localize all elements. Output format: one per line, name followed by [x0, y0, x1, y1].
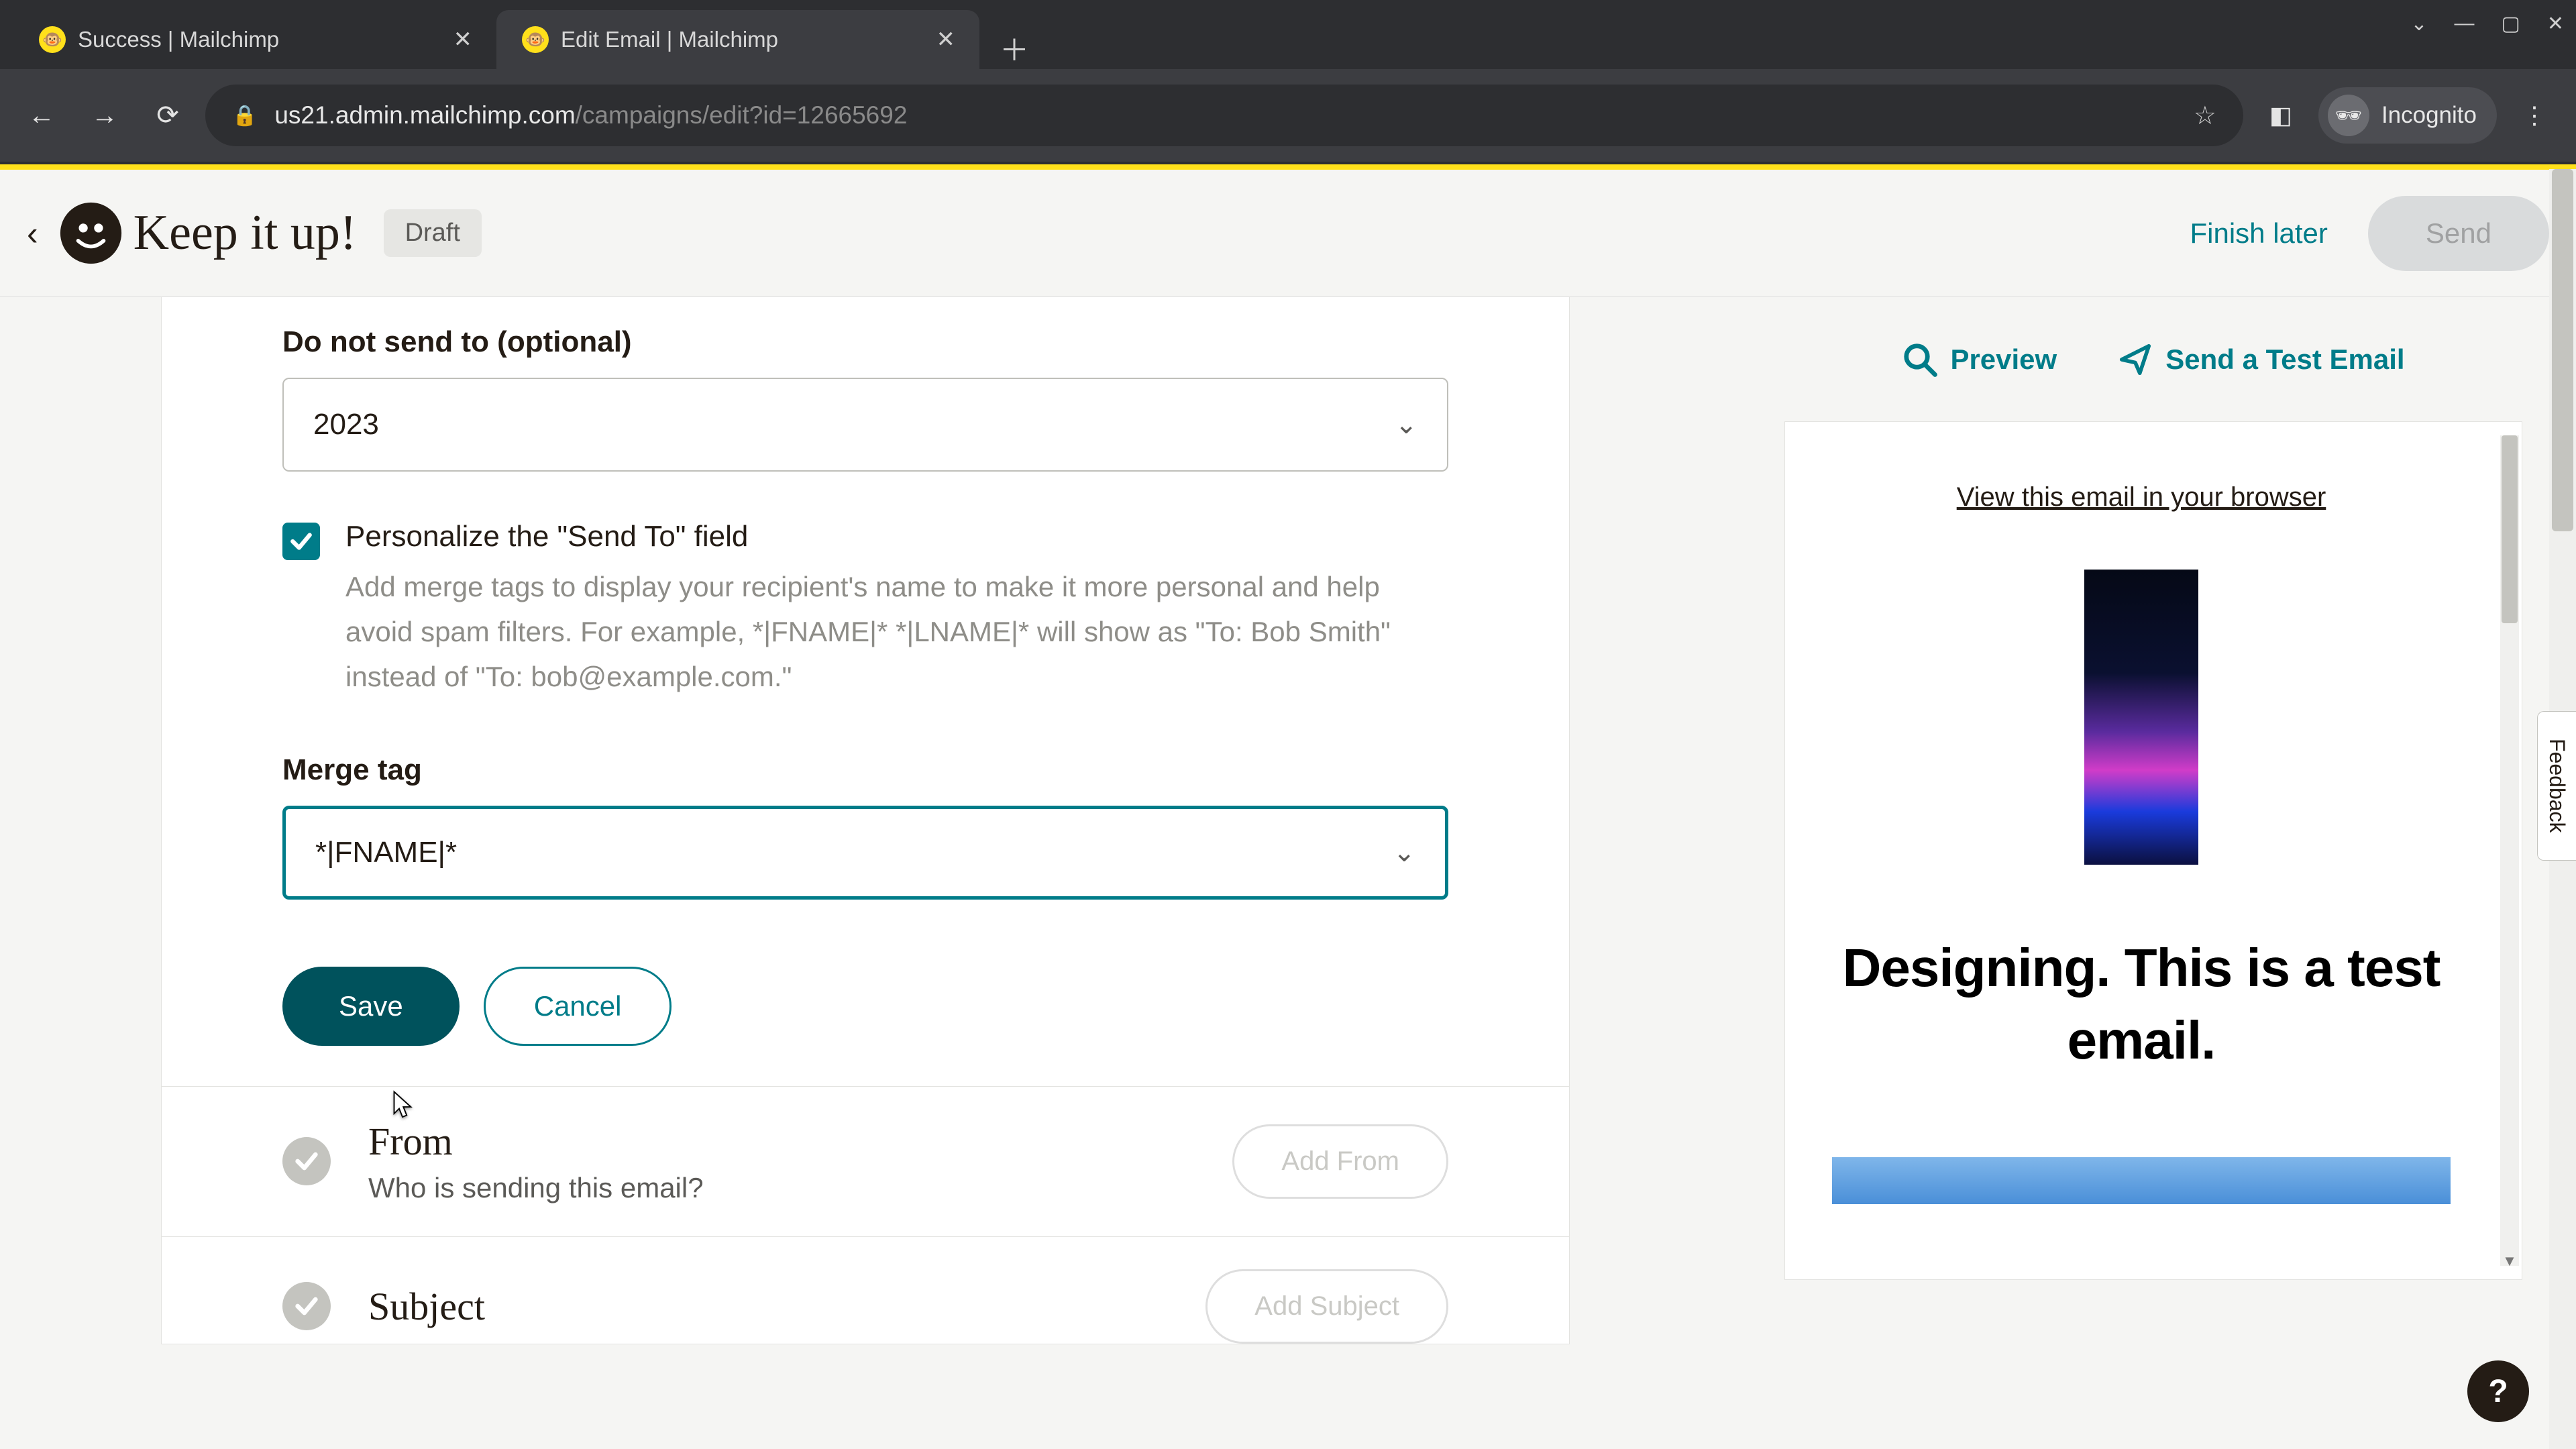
window-close-button[interactable]: ✕: [2547, 12, 2564, 36]
preview-column: Preview Send a Test Email View this emai…: [1731, 297, 2576, 1449]
incognito-indicator[interactable]: 🕶 Incognito: [2318, 87, 2497, 144]
lock-icon: 🔒: [232, 104, 257, 127]
send-button[interactable]: Send: [2368, 196, 2549, 271]
preview-heading: Designing. This is a test email.: [1832, 932, 2451, 1077]
campaign-title[interactable]: Keep it up!: [133, 205, 357, 262]
status-incomplete-icon: [282, 1137, 331, 1185]
preview-label: Preview: [1950, 343, 2057, 376]
save-button[interactable]: Save: [282, 967, 460, 1046]
subject-section: Subject Add Subject: [161, 1237, 1570, 1344]
email-preview-frame: View this email in your browser Designin…: [1784, 421, 2522, 1280]
from-heading: From: [368, 1119, 1195, 1164]
subject-heading: Subject: [368, 1284, 1168, 1329]
form-column: Do not send to (optional) 2023 ⌄ Persona…: [0, 297, 1731, 1449]
back-button[interactable]: ←: [16, 90, 67, 141]
browser-chrome: 🐵 Success | Mailchimp ✕ 🐵 Edit Email | M…: [0, 0, 2576, 164]
brand-stripe: [0, 164, 2576, 170]
tab-strip: 🐵 Success | Mailchimp ✕ 🐵 Edit Email | M…: [0, 0, 2576, 69]
personalize-row: Personalize the "Send To" field Add merg…: [282, 520, 1448, 700]
add-subject-button[interactable]: Add Subject: [1205, 1269, 1448, 1344]
forward-button[interactable]: →: [79, 90, 130, 141]
url-path: /campaigns/edit?id=12665692: [576, 101, 908, 129]
window-controls: ⌄ — ▢ ✕: [2410, 12, 2564, 36]
merge-tag-value: *|FNAME|*: [315, 836, 457, 869]
main-content: Do not send to (optional) 2023 ⌄ Persona…: [0, 297, 2576, 1449]
status-incomplete-icon: [282, 1282, 331, 1330]
preview-button[interactable]: Preview: [1902, 341, 2057, 378]
from-subtitle: Who is sending this email?: [368, 1172, 1195, 1204]
minimize-button[interactable]: —: [2455, 12, 2475, 36]
extensions-icon[interactable]: ◧: [2255, 90, 2306, 141]
from-section: From Who is sending this email? Add From: [161, 1087, 1570, 1237]
preview-scrollbar[interactable]: ▲ ▼: [2500, 435, 2519, 1266]
tab-title: Edit Email | Mailchimp: [561, 27, 920, 52]
incognito-icon: 🕶: [2328, 95, 2369, 136]
send-test-label: Send a Test Email: [2165, 343, 2404, 376]
search-icon: [1902, 341, 1938, 378]
incognito-label: Incognito: [2381, 102, 2477, 129]
cancel-button[interactable]: Cancel: [484, 967, 672, 1046]
mailchimp-favicon-icon: 🐵: [39, 26, 66, 53]
preview-image-strip: [1832, 1157, 2451, 1204]
help-button[interactable]: ?: [2467, 1360, 2529, 1422]
tabs-dropdown-icon[interactable]: ⌄: [2410, 12, 2427, 36]
chevron-down-icon: ⌄: [1395, 409, 1417, 440]
browser-toolbar: ← → ⟳ 🔒 us21.admin.mailchimp.com/campaig…: [0, 69, 2576, 162]
close-icon[interactable]: ✕: [932, 26, 960, 53]
personalize-title: Personalize the "Send To" field: [345, 520, 1448, 553]
reload-button[interactable]: ⟳: [142, 90, 193, 141]
tab-edit-email[interactable]: 🐵 Edit Email | Mailchimp ✕: [496, 10, 979, 69]
to-section-panel: Do not send to (optional) 2023 ⌄ Persona…: [161, 297, 1570, 1087]
merge-tag-select[interactable]: *|FNAME|* ⌄: [282, 806, 1448, 900]
scroll-down-icon[interactable]: ▼: [2500, 1252, 2519, 1270]
email-preview-body[interactable]: View this email in your browser Designin…: [1785, 422, 2498, 1279]
send-icon: [2117, 341, 2153, 378]
bookmark-star-icon[interactable]: ☆: [2194, 101, 2216, 131]
tab-success[interactable]: 🐵 Success | Mailchimp ✕: [13, 10, 496, 69]
chevron-down-icon: ⌄: [1393, 837, 1415, 868]
scroll-thumb[interactable]: [2552, 169, 2573, 531]
address-bar[interactable]: 🔒 us21.admin.mailchimp.com/campaigns/edi…: [205, 85, 2243, 146]
add-from-button[interactable]: Add From: [1232, 1124, 1448, 1199]
personalize-description: Add merge tags to display your recipient…: [345, 564, 1448, 700]
menu-icon[interactable]: ⋮: [2509, 90, 2560, 141]
status-badge: Draft: [384, 209, 482, 257]
back-chevron-icon[interactable]: ‹: [11, 198, 54, 269]
send-test-button[interactable]: Send a Test Email: [2117, 341, 2404, 378]
do-not-send-select[interactable]: 2023 ⌄: [282, 378, 1448, 472]
new-tab-button[interactable]: ＋: [979, 26, 1049, 69]
do-not-send-label: Do not send to (optional): [282, 325, 1448, 359]
preview-image: [2084, 570, 2198, 865]
personalize-checkbox[interactable]: [282, 523, 320, 560]
mailchimp-logo-icon[interactable]: [54, 197, 128, 270]
close-icon[interactable]: ✕: [449, 26, 477, 53]
merge-tag-label: Merge tag: [282, 753, 1448, 787]
tab-title: Success | Mailchimp: [78, 27, 437, 52]
finish-later-link[interactable]: Finish later: [2190, 217, 2328, 250]
app-header: ‹ Keep it up! Draft Finish later Send: [0, 170, 2576, 297]
do-not-send-value: 2023: [313, 408, 379, 441]
view-in-browser-link[interactable]: View this email in your browser: [1957, 482, 2326, 512]
feedback-tab[interactable]: Feedback: [2537, 711, 2576, 861]
scroll-thumb[interactable]: [2502, 435, 2518, 623]
mailchimp-favicon-icon: 🐵: [522, 26, 549, 53]
maximize-button[interactable]: ▢: [2502, 12, 2520, 36]
url-host: us21.admin.mailchimp.com: [274, 101, 575, 129]
